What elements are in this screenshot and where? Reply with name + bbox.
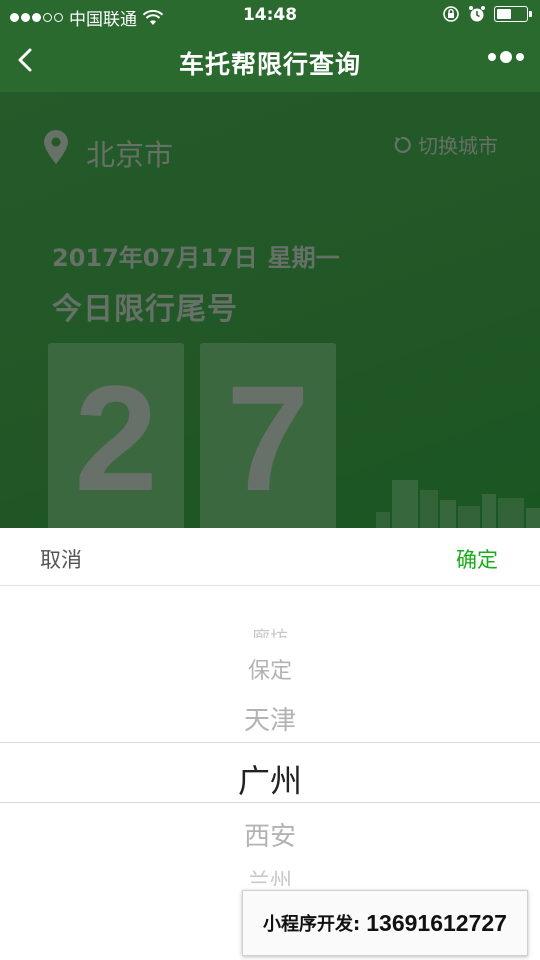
- limit-digit-card: 2: [48, 343, 184, 528]
- ad-phone-number: 13691612727: [366, 909, 507, 936]
- selection-divider: [0, 802, 540, 803]
- date-line: 2017年07月17日 星期一: [52, 238, 340, 273]
- picker-option-selected[interactable]: 广州: [0, 756, 540, 802]
- city-skyline-graphic: [376, 480, 540, 528]
- picker-option[interactable]: 天津: [0, 700, 540, 737]
- page-title: 车托帮限行查询: [178, 50, 361, 79]
- switch-city-button[interactable]: 切换城市: [392, 130, 498, 159]
- picker-option[interactable]: 兰州: [0, 864, 540, 886]
- picker-option[interactable]: 廊坊: [0, 624, 540, 638]
- location-pin-icon: [44, 130, 68, 164]
- weekday-text: 星期一: [267, 244, 340, 272]
- selection-divider: [0, 742, 540, 743]
- cancel-button[interactable]: 取消: [40, 544, 82, 574]
- current-city[interactable]: 北京市: [86, 132, 173, 174]
- confirm-button[interactable]: 确定: [456, 544, 498, 574]
- picker-option[interactable]: 西安: [0, 816, 540, 853]
- status-right: [442, 5, 532, 23]
- ad-label: 小程序开发:: [263, 914, 361, 935]
- developer-ad-card: 小程序开发: 13691612727: [242, 890, 528, 956]
- picker-option[interactable]: 保定: [0, 653, 540, 685]
- rotation-lock-icon: [443, 6, 459, 22]
- picker-toolbar: 取消 确定: [0, 528, 540, 586]
- switch-city-label: 切换城市: [418, 134, 498, 158]
- date-text: 2017年07月17日: [52, 244, 258, 272]
- refresh-icon: [394, 136, 411, 153]
- battery-icon: [494, 6, 532, 22]
- more-menu-icon[interactable]: [488, 51, 524, 63]
- status-bar: 中国联通 14:48: [0, 0, 540, 30]
- limit-title: 今日限行尾号: [52, 292, 238, 327]
- nav-bar: 车托帮限行查询: [0, 30, 540, 92]
- alarm-icon: [469, 6, 485, 22]
- limit-info-panel: 北京市 切换城市 2017年07月17日 星期一 今日限行尾号 2 7: [0, 92, 540, 528]
- limit-digit-card: 7: [200, 343, 336, 528]
